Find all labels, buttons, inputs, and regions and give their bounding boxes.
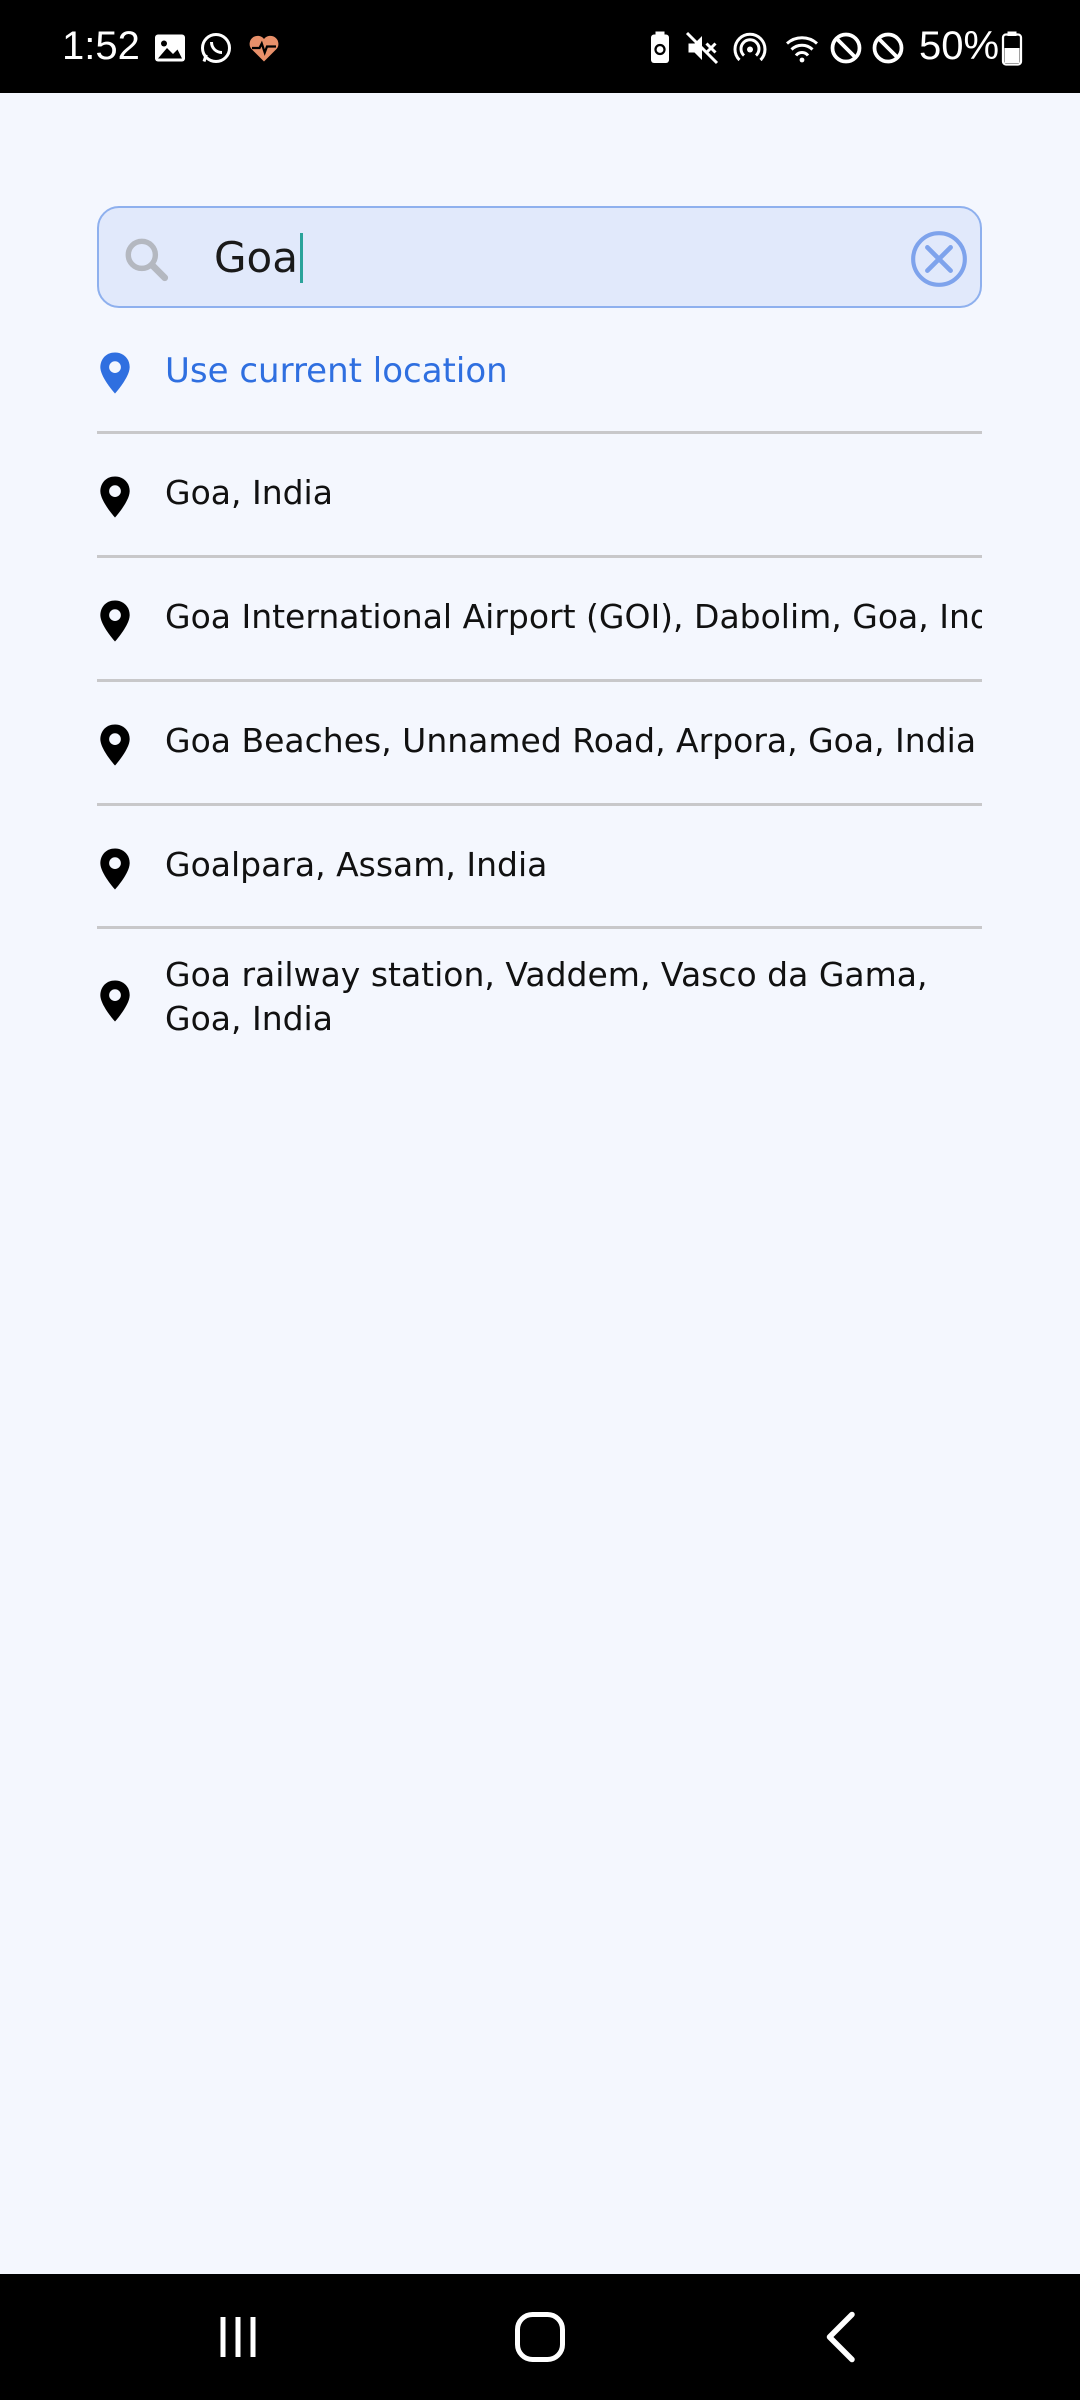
list-item[interactable]: Goa railway station, Vaddem, Vasco da Ga…: [97, 929, 982, 1069]
location-pin-icon: [100, 600, 130, 642]
whatsapp-icon: [201, 33, 231, 63]
list-item[interactable]: Goa, India: [97, 433, 982, 555]
list-item-label: Goa International Airport (GOI), Dabolim…: [165, 597, 982, 636]
gallery-icon: [155, 34, 185, 62]
screen: 1:52 50% Goa Use current location Goa, I…: [0, 0, 1080, 2400]
hotspot-icon: [733, 32, 767, 62]
use-current-location-item[interactable]: Use current location: [97, 332, 982, 432]
home-icon[interactable]: [510, 2307, 570, 2367]
wifi-icon: [786, 36, 818, 63]
search-icon: [125, 238, 169, 282]
text-cursor: [299, 233, 303, 283]
list-item-label: Goa Beaches, Unnamed Road, Arpora, Goa, …: [165, 721, 977, 760]
search-box[interactable]: Goa: [97, 206, 982, 308]
navigation-bar: [0, 2274, 1080, 2400]
list-item[interactable]: Goa Beaches, Unnamed Road, Arpora, Goa, …: [97, 681, 982, 803]
search-input-value: Goa: [214, 233, 298, 282]
health-icon: [249, 35, 279, 62]
status-bar: 1:52 50%: [0, 0, 1080, 93]
location-pin-icon: [100, 352, 130, 394]
battery-percent: 50%: [919, 24, 1000, 68]
location-pin-icon: [100, 476, 130, 518]
list-item-label: Goa, India: [165, 473, 333, 512]
location-pin-icon: [100, 848, 130, 890]
recent-apps-icon[interactable]: [208, 2307, 268, 2367]
list-item-label: Goalpara, Assam, India: [165, 845, 548, 884]
search-input[interactable]: Goa: [214, 233, 303, 283]
list-item[interactable]: Goalpara, Assam, India: [97, 805, 982, 927]
use-current-location-label: Use current location: [165, 351, 508, 391]
mute-icon: [685, 31, 719, 65]
block-icon: [830, 32, 862, 64]
status-time: 1:52: [62, 24, 140, 68]
back-icon[interactable]: [812, 2307, 872, 2367]
location-pin-icon: [100, 980, 130, 1022]
list-item-label: Goa railway station, Vaddem, Vasco da Ga…: [165, 955, 928, 1038]
list-item[interactable]: Goa International Airport (GOI), Dabolim…: [97, 557, 982, 679]
clear-icon[interactable]: [908, 228, 970, 290]
battery-icon: [1001, 31, 1023, 66]
location-pin-icon: [100, 724, 130, 766]
block-icon: [872, 32, 904, 64]
battery-saver-icon: [651, 31, 669, 63]
